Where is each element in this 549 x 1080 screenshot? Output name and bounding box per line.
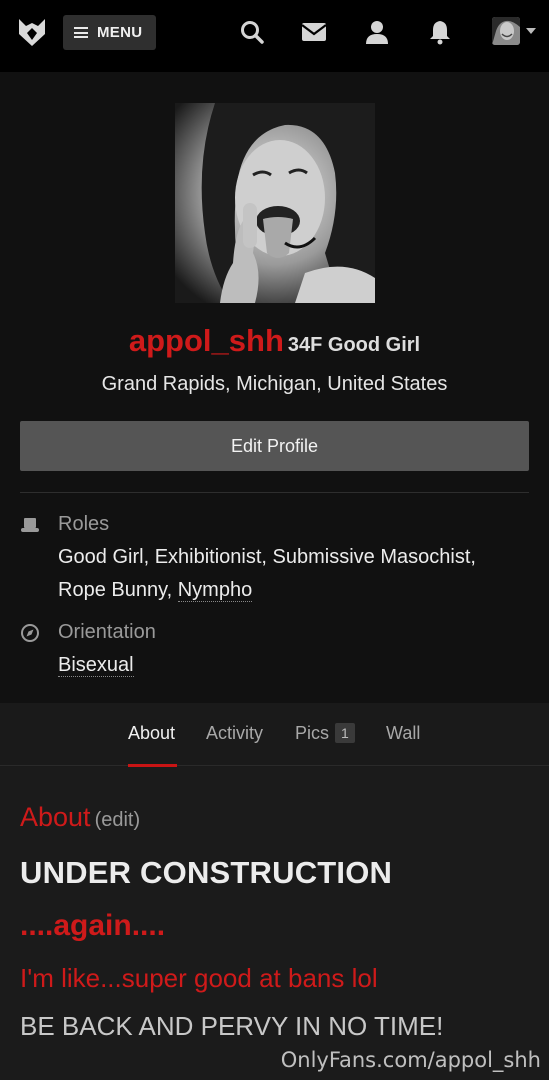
about-line-1: UNDER CONSTRUCTION [20, 855, 393, 890]
roles-line-1: Good Girl, Exhibitionist, Submissive Mas… [58, 546, 476, 568]
about-heading-text: About [20, 802, 91, 832]
bell-icon[interactable] [427, 19, 453, 45]
about-line-3: I'm like...super good at bans lol [20, 963, 378, 993]
name-row: appol_shh 34F Good Girl [0, 323, 549, 359]
about-heading: About (edit) [20, 802, 140, 833]
hamburger-icon [74, 27, 88, 38]
age-sex-role: 34F Good Girl [287, 334, 421, 356]
about-section: About (edit) UNDER CONSTRUCTION ....again… [0, 767, 549, 1080]
role-nympho-link[interactable]: Nympho [177, 579, 253, 602]
avatar-photo [492, 17, 520, 45]
roles-line-2: Rope Bunny, Nympho [58, 574, 476, 607]
tab-activity[interactable]: Activity [206, 723, 263, 744]
profile-photo-image [175, 103, 375, 303]
roles-value: Good Girl, Exhibitionist, Submissive Mas… [58, 541, 476, 607]
about-line-2: ....again.... [20, 909, 166, 942]
compass-icon [21, 624, 39, 642]
about-line-4: BE BACK AND PERVY IN NO TIME! [20, 1011, 444, 1041]
orientation-value: Bisexual [58, 649, 134, 682]
profile-photo[interactable] [175, 103, 375, 303]
top-navigation-bar: MENU [0, 0, 549, 72]
avatar[interactable] [492, 17, 520, 45]
orientation-label: Orientation [58, 621, 156, 643]
hat-icon [21, 518, 39, 532]
orientation-link[interactable]: Bisexual [58, 654, 134, 677]
role-text: Rope Bunny, [58, 579, 178, 601]
user-icon[interactable] [364, 19, 390, 45]
edit-profile-button[interactable]: Edit Profile [20, 421, 529, 471]
menu-button[interactable]: MENU [63, 15, 156, 50]
caret-down-icon[interactable] [526, 28, 536, 34]
pics-count-badge: 1 [335, 723, 355, 743]
tab-pics[interactable]: Pics 1 [295, 723, 355, 744]
tab-about[interactable]: About [128, 723, 175, 744]
mail-icon[interactable] [301, 19, 327, 45]
username[interactable]: appol_shh [129, 323, 284, 358]
edit-profile-label: Edit Profile [230, 435, 319, 456]
menu-label: MENU [97, 24, 143, 41]
fetlife-logo-icon[interactable] [16, 16, 48, 48]
search-icon[interactable] [239, 19, 265, 45]
profile-tabs: About Activity Pics 1 Wall [0, 703, 549, 767]
watermark: OnlyFans.com/appol_shh [280, 1048, 541, 1072]
roles-label: Roles [58, 513, 110, 535]
divider [20, 492, 529, 493]
location: Grand Rapids, Michigan, United States [101, 373, 448, 395]
profile-header: appol_shh 34F Good Girl Grand Rapids, Mic… [0, 72, 549, 703]
tab-wall[interactable]: Wall [386, 723, 420, 744]
tab-pics-label: Pics [295, 723, 330, 743]
about-edit-link[interactable]: (edit) [95, 809, 141, 831]
